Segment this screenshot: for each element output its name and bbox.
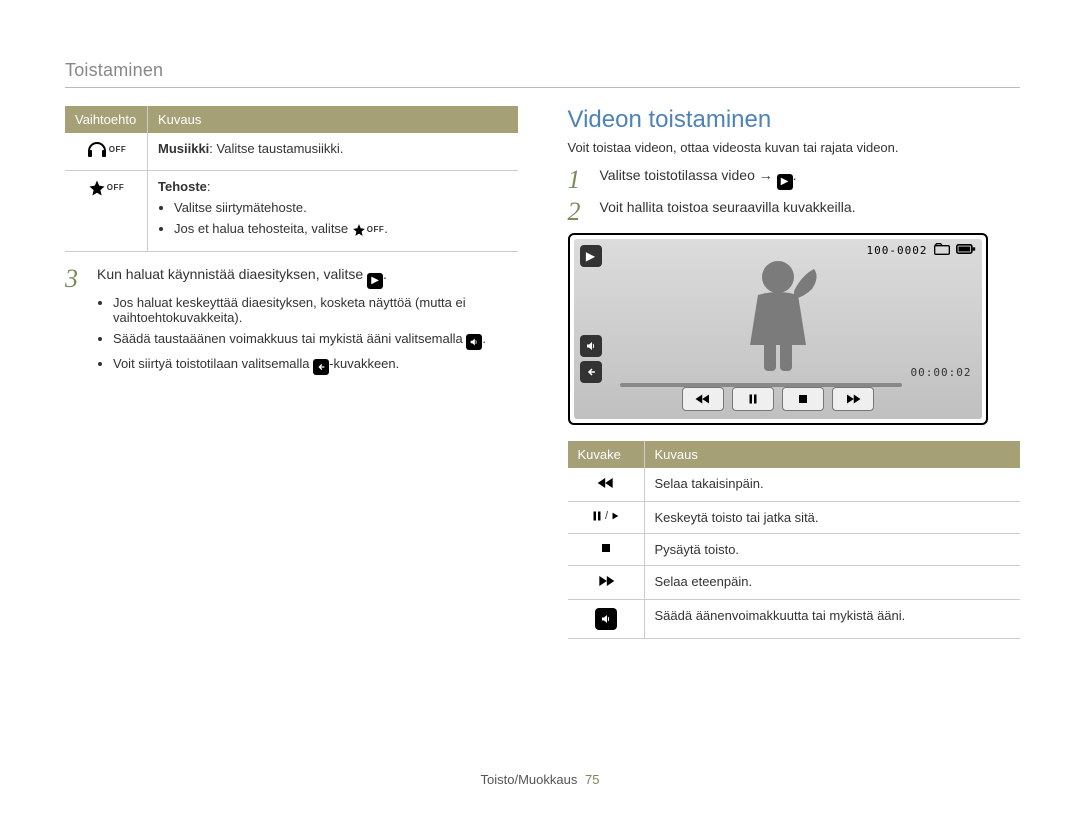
- table-row: Selaa takaisinpäin.: [568, 468, 1021, 502]
- options-table: Vaihtoehto Kuvaus OFF Musiikki:: [65, 106, 518, 252]
- icon-desc: Selaa eteenpäin.: [644, 566, 1020, 600]
- back-icon: [580, 361, 602, 383]
- video-thumbnail-silhouette: [708, 255, 848, 380]
- battery-icon: [956, 243, 976, 258]
- step3-after: .: [383, 266, 387, 282]
- section-divider: [65, 87, 1020, 88]
- step3-bullet: Jos haluat keskeyttää diaesityksen, kosk…: [113, 295, 518, 325]
- section-header: Toistaminen: [65, 60, 1020, 81]
- stop-button: [782, 387, 824, 411]
- volume-icon: [580, 335, 602, 357]
- options-row1-suffix: :: [207, 179, 211, 194]
- table-row: / Keskeytä toisto tai jatka sitä.: [568, 502, 1021, 534]
- volume-icon: [466, 334, 482, 350]
- page-footer: Toisto/Muokkaus 75: [0, 772, 1080, 787]
- step1-text: Valitse toistotilassa video →: [600, 167, 777, 183]
- volume-icon: [595, 608, 617, 630]
- pause-button: [732, 387, 774, 411]
- step-number: 1: [568, 167, 588, 193]
- step-2: 2 Voit hallita toistoa seuraavilla kuvak…: [568, 199, 1021, 225]
- headphones-off-icon: OFF: [86, 141, 127, 159]
- pause-play-icon: /: [591, 510, 620, 522]
- step1-after: .: [793, 167, 797, 183]
- player-controls: [574, 383, 982, 415]
- icon-desc: Säädä äänenvoimakkuutta tai mykistä ääni…: [644, 600, 1020, 639]
- video-player-mockup: ▶ 100-0002: [568, 233, 988, 425]
- back-icon: [313, 359, 329, 375]
- play-icon: ▶: [777, 174, 793, 190]
- forward-button: [832, 387, 874, 411]
- step-3: 3 Kun haluat käynnistää diaesityksen, va…: [65, 266, 518, 381]
- step3-text: Kun haluat käynnistää diaesityksen, vali…: [97, 266, 367, 282]
- icon-table-head-desc: Kuvaus: [644, 441, 1020, 468]
- step-number: 3: [65, 266, 85, 381]
- step3-bullet: Säädä taustaäänen voimakkuus tai mykistä…: [113, 331, 518, 350]
- playback-mode-icon: ▶: [580, 245, 602, 267]
- stop-icon: [600, 542, 612, 557]
- options-row0-suffix: : Valitse taustamusiikki.: [209, 141, 343, 156]
- icon-description-table: Kuvake Kuvaus Selaa takaisinpäin. /: [568, 441, 1021, 639]
- table-row: Selaa eteenpäin.: [568, 566, 1021, 600]
- options-table-head-desc: Kuvaus: [148, 106, 518, 133]
- rewind-icon: [596, 478, 616, 493]
- play-icon: ▶: [367, 273, 383, 289]
- step-number: 2: [568, 199, 588, 225]
- playback-time: 00:00:02: [911, 366, 972, 379]
- folder-icon: [934, 243, 950, 258]
- table-row: Säädä äänenvoimakkuutta tai mykistä ääni…: [568, 600, 1021, 639]
- icon-desc: Selaa takaisinpäin.: [644, 468, 1020, 502]
- forward-icon: [596, 576, 616, 591]
- step3-bullet: Voit siirtyä toistotilaan valitsemalla -…: [113, 356, 518, 375]
- table-row: Pysäytä toisto.: [568, 534, 1021, 566]
- step2-text: Voit hallita toistoa seuraavilla kuvakke…: [600, 199, 1021, 225]
- star-off-icon: OFF: [352, 223, 385, 237]
- options-row1-bullet: Valitse siirtymätehoste.: [174, 200, 508, 215]
- options-table-head-option: Vaihtoehto: [65, 106, 148, 133]
- status-bar: 100-0002: [867, 243, 976, 258]
- icon-table-head-icon: Kuvake: [568, 441, 645, 468]
- options-table-row: OFF Musiikki: Valitse taustamusiikki.: [65, 133, 518, 171]
- footer-page-number: 75: [585, 772, 599, 787]
- options-row0-main: Musiikki: [158, 141, 209, 156]
- star-off-icon: OFF: [88, 179, 125, 197]
- options-row1-main: Tehoste: [158, 179, 207, 194]
- options-row1-bullet: Jos et halua tehosteita, valitse OFF .: [174, 221, 508, 237]
- rewind-button: [682, 387, 724, 411]
- icon-desc: Pysäytä toisto.: [644, 534, 1020, 566]
- file-label: 100-0002: [867, 244, 928, 257]
- footer-label: Toisto/Muokkaus: [481, 772, 578, 787]
- right-intro: Voit toistaa videon, ottaa videosta kuva…: [568, 140, 1021, 155]
- right-heading: Videon toistaminen: [568, 106, 1021, 134]
- icon-desc: Keskeytä toisto tai jatka sitä.: [644, 502, 1020, 534]
- options-table-row: OFF Tehoste: Valitse siirtymätehoste. Jo…: [65, 171, 518, 252]
- left-column: Vaihtoehto Kuvaus OFF Musiikki:: [65, 106, 518, 639]
- step-1: 1 Valitse toistotilassa video → ▶.: [568, 167, 1021, 193]
- right-column: Videon toistaminen Voit toistaa videon, …: [568, 106, 1021, 639]
